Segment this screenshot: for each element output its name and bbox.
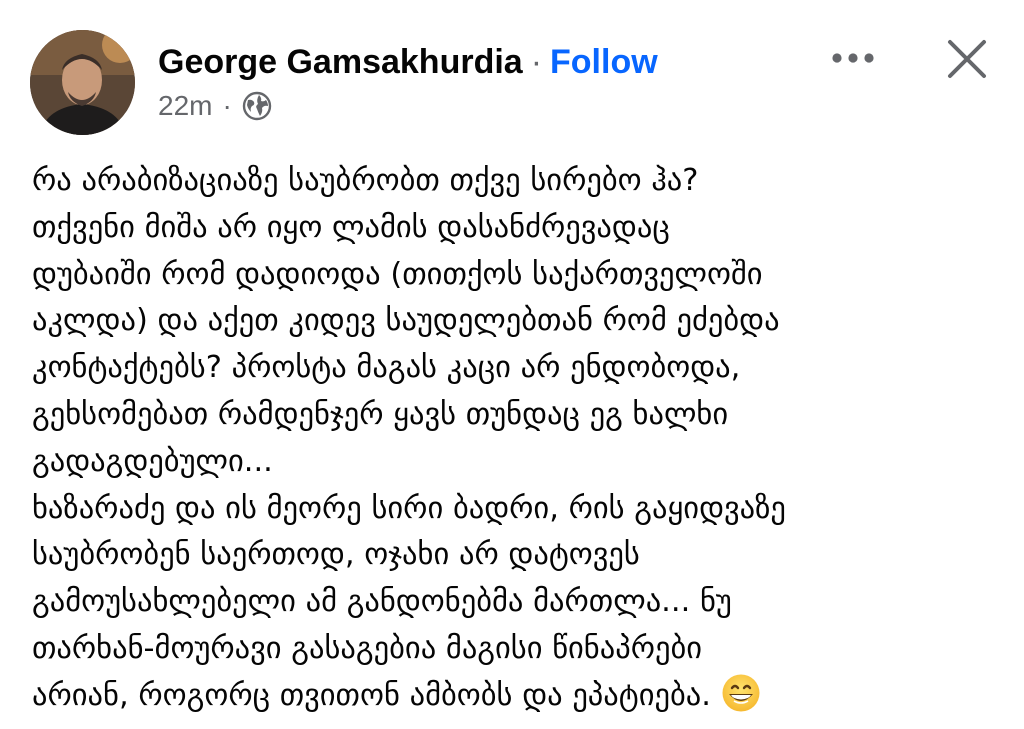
grinning-face-emoji-icon	[721, 673, 761, 713]
author-avatar[interactable]	[30, 30, 135, 135]
more-options-icon	[832, 53, 874, 63]
globe-icon[interactable]	[242, 91, 272, 121]
post-line: კონტაქტებს? პროსტა მაგას კაცი არ ენდობოდ…	[32, 350, 741, 386]
post-line: აკლდა) და აქეთ კიდევ საუდელებთან რომ ეძე…	[32, 303, 780, 339]
post-header: George Gamsakhurdia · Follow	[158, 40, 658, 84]
post-text: რა არაბიზაციაზე საუბრობთ თქვე სირებო ჰა?…	[32, 158, 1007, 720]
post-line: ხაზარაძე და ის მეორე სირი ბადრი, რის გაყ…	[32, 490, 786, 526]
close-icon	[948, 40, 986, 78]
post-line: საუბრობენ საერთოდ, ოჯახი არ დატოვეს	[32, 537, 640, 573]
close-button[interactable]	[940, 32, 994, 86]
avatar-photo	[30, 30, 135, 135]
post-line-text: არიან, როგორც თვითონ ამბობს და ეპატიება.	[32, 677, 711, 713]
author-name[interactable]: George Gamsakhurdia	[158, 43, 523, 81]
post-line: რა არაბიზაციაზე საუბრობთ თქვე სირებო ჰა?	[32, 163, 699, 198]
post-line-last: არიან, როგორც თვითონ ამბობს და ეპატიება.	[32, 673, 1007, 720]
more-options-button[interactable]	[828, 38, 878, 78]
post-meta: 22m ·	[158, 88, 272, 124]
post-line: გამოუსახლებელი ამ განდონებმა მართლა... ნ…	[32, 584, 732, 620]
meta-separator: ·	[222, 90, 232, 121]
follow-button[interactable]: Follow	[550, 43, 658, 81]
post-line: გეხსომებათ რამდენჯერ ყავს თუნდაც ეგ ხალხ…	[32, 396, 729, 432]
post-line: დუბაიში რომ დადიოდა (თითქოს საქართველოში	[32, 256, 763, 292]
header-separator: ·	[530, 43, 543, 81]
post-timestamp[interactable]: 22m	[158, 88, 212, 124]
post-line: თარხან-მოურავი გასაგებია მაგისი წინაპრებ…	[32, 630, 703, 666]
post-line: გადაგდებული...	[32, 443, 273, 479]
post-line: თქვენი მიშა არ იყო ლამის დასანძრევადაც	[32, 209, 670, 245]
